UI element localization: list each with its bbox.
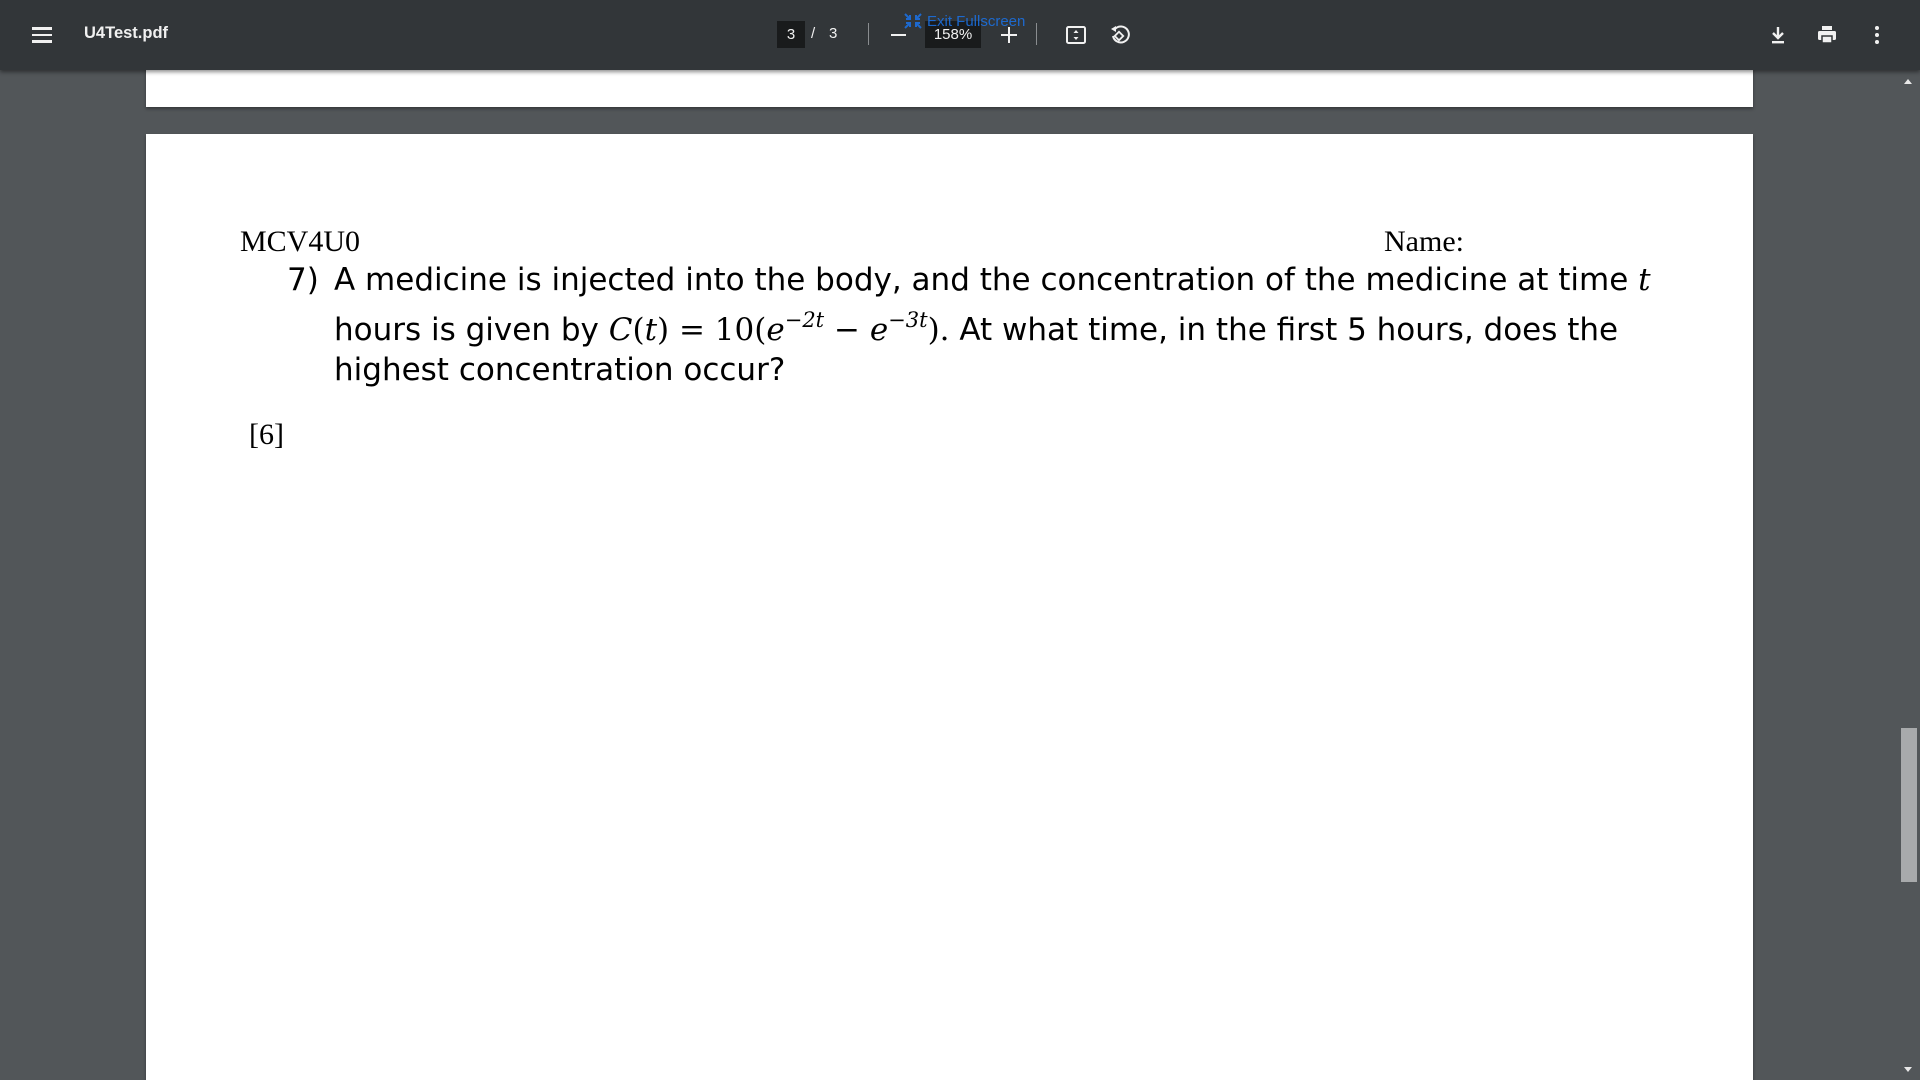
math-function-name: C (608, 312, 633, 348)
pdf-page: MCV4U0 Name: 7) A medicine is injected i… (146, 134, 1753, 1080)
toolbar-divider (868, 23, 869, 45)
question-line-3: highest concentration occur? (334, 352, 786, 388)
math-paren: ( (632, 312, 645, 348)
name-label: Name: (1384, 225, 1464, 258)
exit-fullscreen-icon (904, 13, 922, 29)
math-e: e (766, 312, 785, 348)
download-icon[interactable] (1762, 19, 1794, 51)
rotate-icon[interactable] (1104, 19, 1136, 51)
exit-fullscreen-button[interactable]: Exit Fullscreen (903, 12, 1025, 30)
hamburger-menu-icon[interactable] (22, 19, 62, 51)
print-icon[interactable] (1811, 19, 1843, 51)
math-close: ). (927, 312, 950, 348)
toolbar-divider (1036, 23, 1037, 45)
scroll-thumb[interactable] (1901, 728, 1917, 882)
scroll-up-arrow-icon[interactable] (1904, 79, 1912, 84)
question-text: At what time, in the first 5 hours, does… (949, 312, 1619, 348)
course-code: MCV4U0 (240, 225, 361, 258)
total-pages: 3 (829, 25, 838, 42)
math-exponent: −3t (888, 308, 928, 332)
math-exponent: −2t (784, 308, 825, 332)
exit-fullscreen-label: Exit Fullscreen (927, 12, 1026, 30)
math-variable: t (1638, 262, 1651, 298)
question-number: 7) (287, 262, 319, 298)
scroll-down-arrow-icon[interactable] (1904, 1067, 1912, 1072)
page-separator: / (811, 25, 816, 42)
pdf-viewer[interactable]: MCV4U0 Name: 7) A medicine is injected i… (0, 70, 1920, 1080)
marks-value: [6] (249, 418, 284, 451)
more-options-icon[interactable] (1861, 19, 1893, 51)
math-variable: t (644, 312, 658, 348)
math-minus: − (824, 312, 870, 348)
fit-page-icon[interactable] (1060, 19, 1092, 51)
current-page-input[interactable]: 3 (777, 21, 805, 48)
previous-page (146, 70, 1753, 107)
question-text: A medicine is injected into the body, an… (334, 262, 1639, 298)
pdf-toolbar: U4Test.pdf 3 / 3 158% Exit Fullscreen (0, 0, 1920, 70)
document-title: U4Test.pdf (84, 24, 169, 42)
math-e: e (869, 312, 889, 348)
question-line-1: A medicine is injected into the body, an… (334, 262, 1651, 298)
vertical-scrollbar[interactable] (1898, 70, 1920, 1080)
question-text: hours is given by (334, 312, 609, 348)
math-equals: ) = 10( (657, 312, 767, 348)
question-line-2: hours is given by C(t) = 10(e−2t − e−3t)… (334, 308, 1618, 348)
